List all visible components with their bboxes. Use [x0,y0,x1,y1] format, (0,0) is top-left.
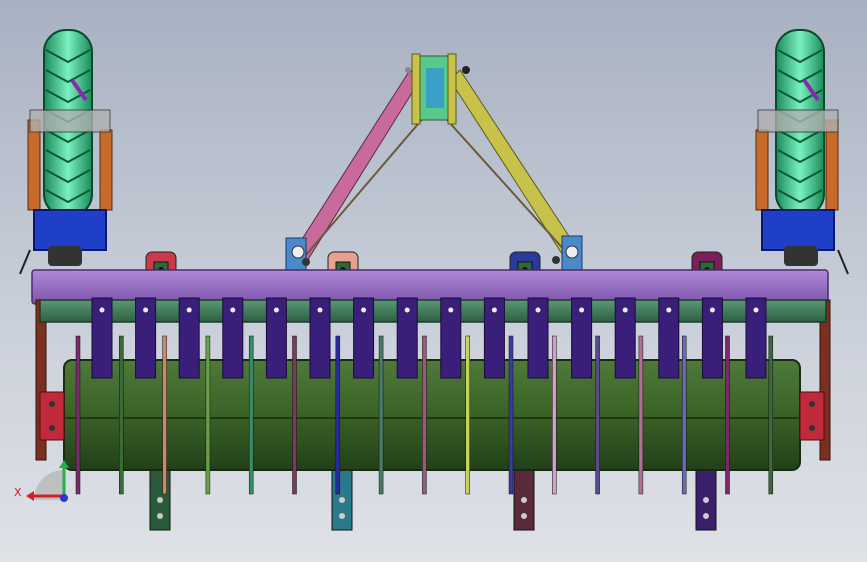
roller-spike-8 [378,335,384,495]
tine-15 [701,297,723,379]
lower-shank-1 [149,461,171,531]
tine-2 [135,297,157,379]
lower-shank-2 [331,461,353,531]
lower-shank-4 [695,461,717,531]
tine-11 [527,297,549,379]
tine-1 [91,297,113,379]
z-axis-dot [60,494,68,502]
roller-spike-12 [552,335,557,495]
roller-spike-11 [508,335,514,495]
wheel-frame-left [33,209,107,251]
roller-spike-10 [465,335,470,495]
packer-roller [63,359,801,471]
three-point-hitch [285,53,583,273]
tine-8 [396,297,418,379]
roller-hub-right [799,391,825,441]
coordinate-triad [26,460,69,502]
top-link-right [449,69,579,261]
rotary-harrow-assembly [19,29,849,531]
tine-9 [440,297,462,379]
tine-3 [178,297,200,379]
roller-spike-16 [725,335,730,495]
roller-spike-7 [335,335,341,495]
lower-shanks [149,461,717,531]
cad-viewport[interactable]: X [0,0,867,562]
wheel-frame-right [761,209,835,251]
depth-wheel-right [755,29,849,275]
tine-14 [658,297,680,379]
tine-4 [222,297,244,379]
x-axis-label: X [14,486,22,499]
tine-13 [614,297,636,379]
top-link-left [289,69,421,267]
tine-10 [483,297,505,379]
roller-spike-3 [162,335,167,495]
roller-spike-14 [638,335,644,495]
tine-6 [309,297,331,379]
tine-12 [571,297,593,379]
roller-spike-4 [205,335,211,495]
roller-spike-13 [595,335,600,495]
depth-wheel-left [19,29,113,275]
roller-spike-9 [422,335,427,495]
roller-hub-left [39,391,65,441]
roller-spike-15 [681,335,687,495]
tine-16 [745,297,767,379]
roller-spike-1 [75,335,81,495]
roller-spike-6 [292,335,297,495]
roller-spike-5 [248,335,254,495]
tine-5 [265,297,287,379]
lower-shank-3 [513,461,535,531]
roller-spike-17 [768,335,774,495]
tine-7 [353,297,375,379]
roller-spike-2 [119,335,124,495]
